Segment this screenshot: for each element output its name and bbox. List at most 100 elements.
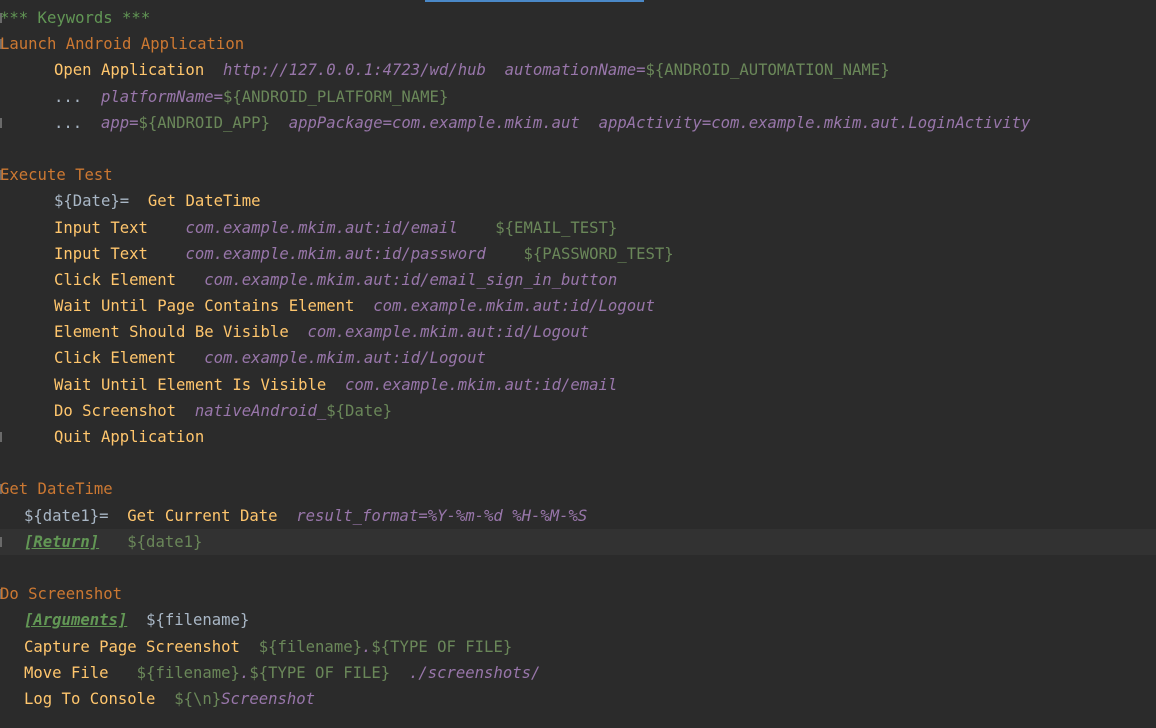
code-token: com.example.mkim.aut:id/email: [185, 218, 458, 237]
code-editor[interactable]: *** Keywords *** Launch Android Applicati…: [0, 5, 1156, 712]
code-line-content: Element Should Be Visible com.example.mk…: [54, 319, 589, 345]
code-line[interactable]: Move File ${filename}.${TYPE OF FILE} ./…: [0, 660, 1156, 686]
code-line-content: Move File ${filename}.${TYPE OF FILE} ./…: [24, 660, 540, 686]
code-line[interactable]: Do Screenshot nativeAndroid_${Date}: [0, 398, 1156, 424]
code-token: http://127.0.0.1:4723/wd/hub: [223, 61, 486, 80]
code-token: Click Element: [54, 270, 177, 289]
code-line-content: Do Screenshot nativeAndroid_${Date}: [54, 398, 392, 424]
fold-marker-icon[interactable]: [0, 432, 2, 442]
code-line-content: ... platformName=${ANDROID_PLATFORM_NAME…: [54, 84, 448, 110]
code-token: com.example.mkim.aut:id/email: [345, 375, 618, 394]
code-token: ${ANDROID_AUTOMATION_NAME}: [645, 61, 890, 80]
code-token: ${EMAIL_TEST}: [495, 218, 618, 237]
code-line-content: ${Date}= Get DateTime: [54, 188, 261, 214]
code-line[interactable]: Wait Until Element Is Visible com.exampl…: [0, 372, 1156, 398]
code-line[interactable]: [0, 136, 1156, 162]
code-token: ${Date}=: [54, 192, 130, 211]
code-token: Get DateTime: [147, 192, 261, 211]
code-token: [Return]: [24, 532, 100, 551]
code-line[interactable]: Execute Test: [0, 162, 1156, 188]
code-line-content: ${date1}= Get Current Date result_format…: [24, 503, 587, 529]
code-token: Execute Test: [0, 166, 113, 185]
code-token: Move File: [24, 663, 109, 682]
code-line[interactable]: Input Text com.example.mkim.aut:id/email…: [0, 215, 1156, 241]
code-line[interactable]: [0, 555, 1156, 581]
code-line[interactable]: *** Keywords ***: [0, 5, 1156, 31]
code-token: automationName=: [504, 61, 646, 80]
code-line[interactable]: [0, 450, 1156, 476]
code-token: result_format=%Y-%m-%d %H-%M-%S: [296, 506, 588, 525]
fold-marker-icon[interactable]: [0, 117, 2, 128]
code-line-content: Click Element com.example.mkim.aut:id/Lo…: [54, 345, 486, 371]
code-token: ${filename}: [146, 611, 250, 630]
code-line[interactable]: Do Screenshot: [0, 581, 1156, 607]
code-line[interactable]: Quit Application: [0, 424, 1156, 450]
code-token: ...: [54, 87, 83, 106]
code-token: Click Element: [54, 349, 177, 368]
code-line-content: *** Keywords ***: [0, 5, 150, 31]
code-token: platformName=: [100, 87, 224, 106]
code-line[interactable]: Get DateTime: [0, 476, 1156, 502]
code-line[interactable]: Capture Page Screenshot ${filename}.${TY…: [0, 634, 1156, 660]
code-token: [Arguments]: [24, 611, 128, 630]
code-token: ./screenshots/: [408, 663, 541, 682]
code-token: Quit Application: [54, 428, 205, 446]
code-line-content: ... app=${ANDROID_APP} appPackage=com.ex…: [54, 110, 1030, 136]
code-line-content: Execute Test: [0, 162, 113, 188]
code-token: ${date1}=: [24, 506, 109, 525]
code-line-content: Open Application http://127.0.0.1:4723/w…: [54, 57, 890, 83]
code-line-content: [Return] ${date1}: [24, 529, 202, 555]
fold-marker-icon[interactable]: [0, 536, 2, 547]
code-line[interactable]: Input Text com.example.mkim.aut:id/passw…: [0, 241, 1156, 267]
code-line[interactable]: Click Element com.example.mkim.aut:id/Lo…: [0, 345, 1156, 371]
editor-tab-indicator: [425, 0, 644, 2]
code-line[interactable]: ... platformName=${ANDROID_PLATFORM_NAME…: [0, 84, 1156, 110]
code-line[interactable]: [Return] ${date1}: [0, 528, 1156, 555]
code-line[interactable]: Log To Console ${\n}Screenshot: [0, 686, 1156, 712]
code-token: com.example.mkim.aut:id/Logout: [204, 349, 486, 368]
code-token: ${ANDROID_APP}: [138, 113, 270, 132]
code-line[interactable]: Open Application http://127.0.0.1:4723/w…: [0, 57, 1156, 83]
code-token: *** Keywords ***: [0, 9, 151, 27]
code-token: Input Text: [54, 218, 148, 237]
code-token: ${\n}: [174, 689, 222, 708]
code-line[interactable]: [Arguments] ${filename}: [0, 607, 1156, 633]
code-line[interactable]: ${Date}= Get DateTime: [0, 188, 1156, 214]
code-line-content: Click Element com.example.mkim.aut:id/em…: [54, 267, 617, 293]
code-token: com.example.mkim.aut:id/password: [185, 244, 486, 263]
code-token: Get DateTime: [0, 480, 113, 499]
code-line[interactable]: ... app=${ANDROID_APP} appPackage=com.ex…: [0, 110, 1156, 136]
code-token: ${TYPE OF FILE}: [249, 663, 391, 682]
code-token: Get Current Date: [127, 506, 278, 525]
code-line[interactable]: Click Element com.example.mkim.aut:id/em…: [0, 267, 1156, 293]
code-line-content: Do Screenshot: [0, 581, 122, 607]
code-token: Open Application: [54, 61, 205, 80]
code-line[interactable]: ${date1}= Get Current Date result_format…: [0, 503, 1156, 529]
code-token: ${ANDROID_PLATFORM_NAME}: [223, 87, 449, 106]
code-line-content: Launch Android Application: [0, 31, 244, 57]
code-token: ${date1}: [127, 532, 203, 551]
code-line[interactable]: Element Should Be Visible com.example.mk…: [0, 319, 1156, 345]
code-token: Do Screenshot: [54, 401, 177, 420]
code-line[interactable]: Wait Until Page Contains Element com.exa…: [0, 293, 1156, 319]
code-token: Do Screenshot: [0, 585, 123, 604]
code-line[interactable]: Launch Android Application: [0, 31, 1156, 57]
